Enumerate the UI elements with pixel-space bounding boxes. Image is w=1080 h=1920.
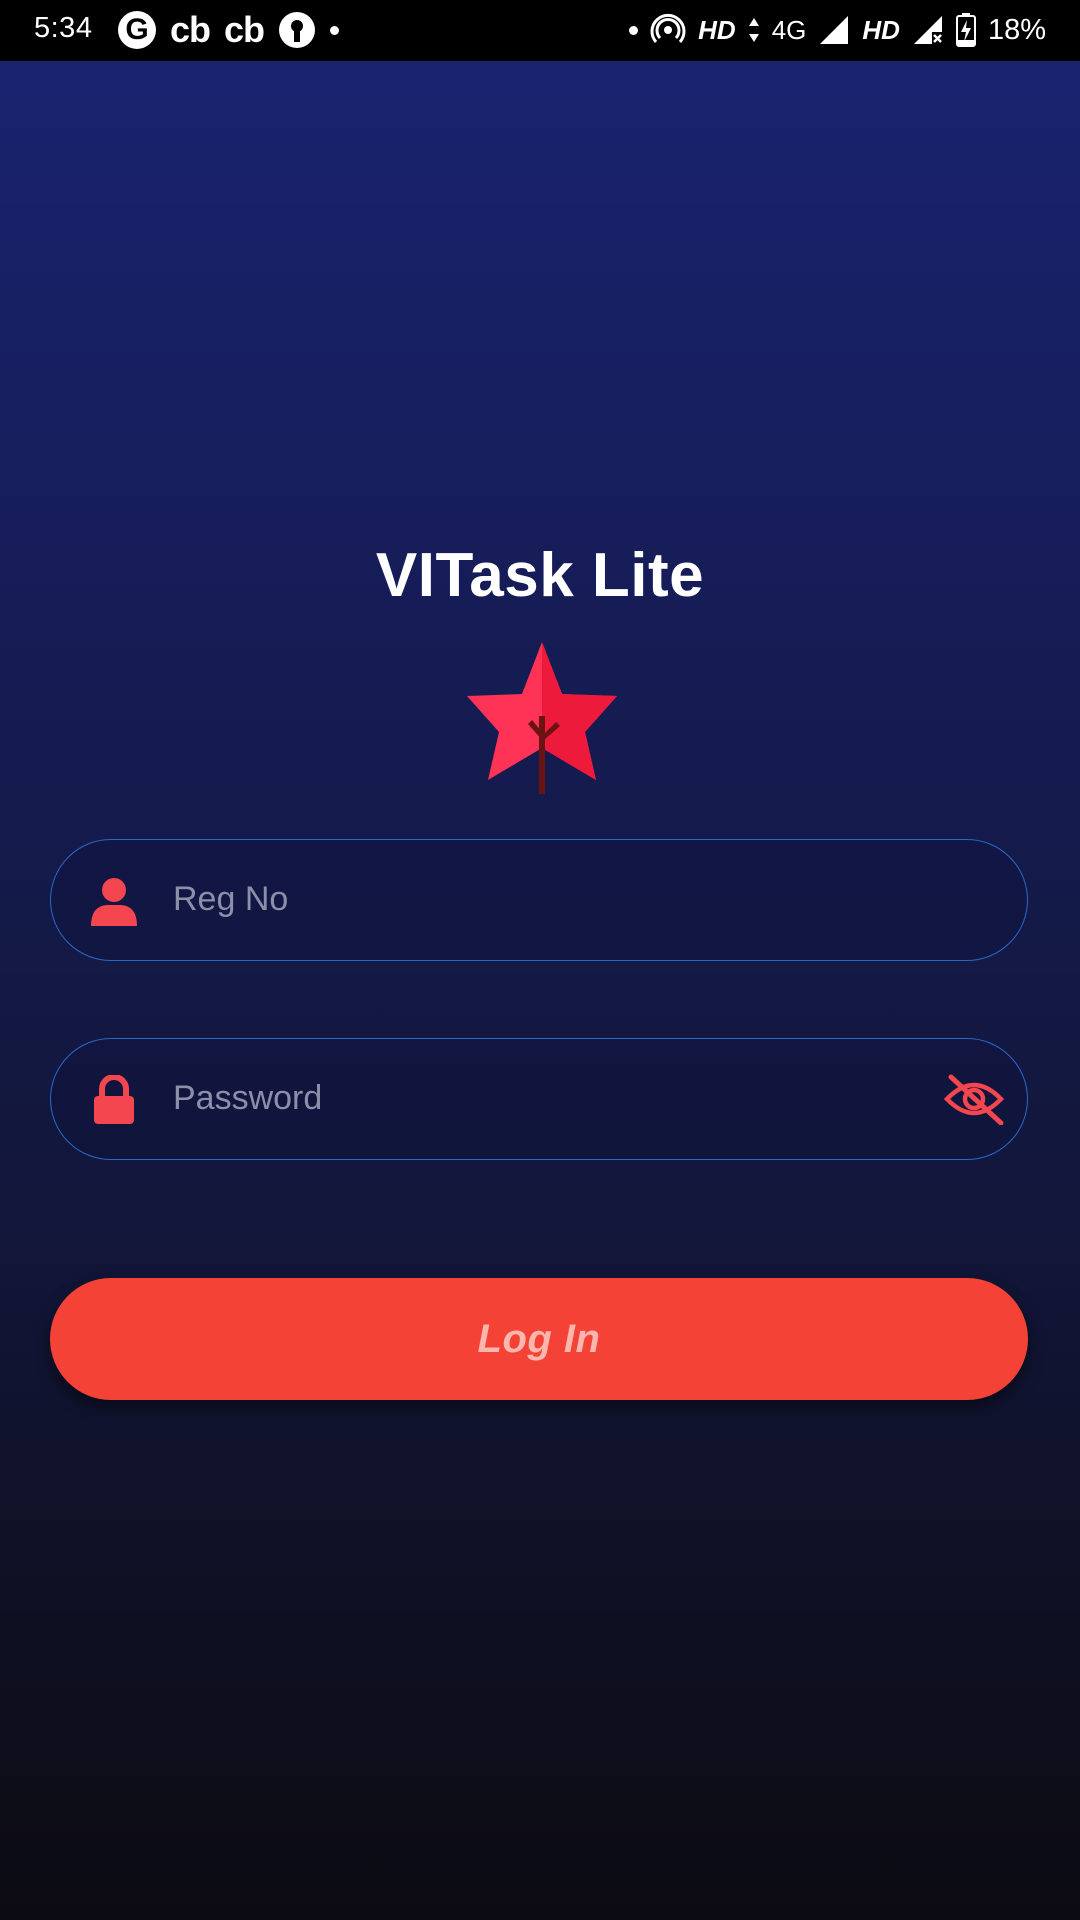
battery-charging-icon	[955, 13, 976, 47]
maple-leaf-icon	[467, 642, 617, 794]
status-right-icons: HD 4G HD 18%	[629, 10, 1046, 50]
app-title: VITask Lite	[375, 541, 705, 610]
signal-icon	[820, 16, 849, 44]
login-button[interactable]: Log In	[50, 1278, 1028, 1400]
keyhole-icon	[279, 12, 316, 48]
data-arrows-icon	[748, 18, 759, 42]
app-background	[0, 61, 1080, 1920]
login-button-label: Log In	[477, 1316, 601, 1361]
cb-icon: cb	[170, 9, 211, 50]
battery-percent: 18%	[987, 13, 1046, 46]
hd-label: HD	[862, 14, 900, 45]
notification-dot	[629, 25, 639, 35]
google-icon: G	[118, 11, 156, 49]
status-bar: 5:34 G cb cb HD 4G HD 18%	[0, 0, 1080, 61]
hd-label: HD	[698, 14, 736, 45]
cb-icon: cb	[224, 9, 265, 50]
status-time: 5:34	[34, 12, 93, 44]
password-input[interactable]	[173, 1039, 873, 1158]
user-icon	[91, 878, 137, 926]
hotspot-icon	[650, 13, 686, 43]
signal-x-icon	[913, 16, 942, 44]
password-field[interactable]	[50, 1038, 1028, 1160]
lock-icon	[94, 1075, 134, 1124]
notification-dot	[330, 25, 340, 35]
network-type: 4G	[771, 14, 807, 45]
reg-no-input[interactable]	[173, 840, 873, 959]
reg-no-field[interactable]	[50, 839, 1028, 961]
eye-off-icon[interactable]	[943, 1073, 1005, 1125]
status-left-icons: G cb cb	[118, 9, 340, 50]
